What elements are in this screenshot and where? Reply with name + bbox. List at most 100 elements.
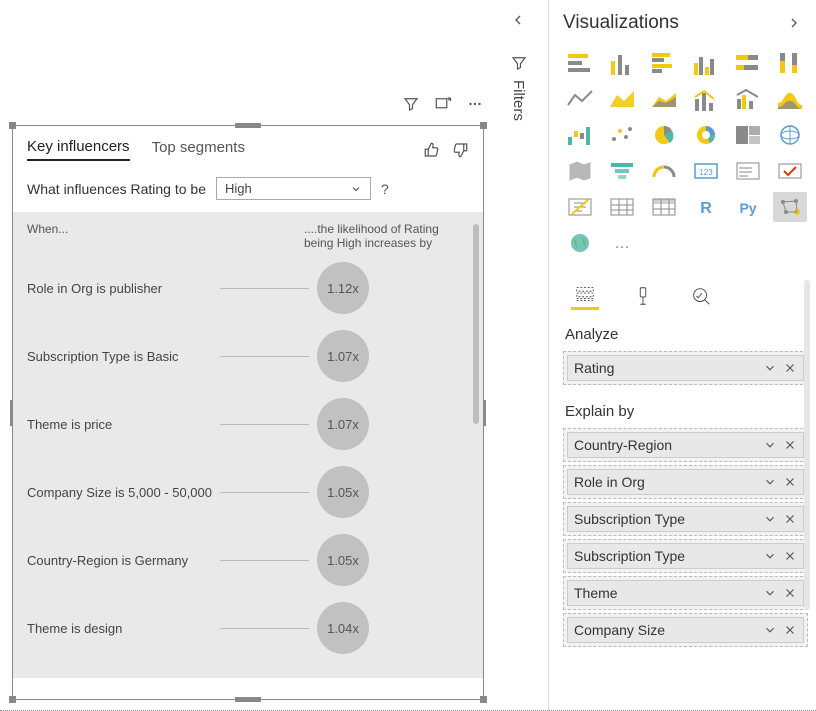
analytics-tab-icon[interactable] <box>687 282 715 310</box>
tab-top-segments[interactable]: Top segments <box>152 139 245 160</box>
thumbs-down-icon[interactable] <box>451 141 469 159</box>
map-icon[interactable] <box>773 120 807 150</box>
arcgis-map-icon[interactable] <box>563 228 597 258</box>
focus-mode-icon[interactable] <box>434 95 452 113</box>
card-icon[interactable]: 123 <box>689 156 723 186</box>
treemap-icon[interactable] <box>731 120 765 150</box>
kpi-icon[interactable] <box>773 156 807 186</box>
r-visual-icon[interactable]: R <box>689 192 723 222</box>
field-pill[interactable]: Subscription Type <box>567 543 804 569</box>
report-canvas: Key influencers Top segments What influe… <box>0 0 496 711</box>
tab-key-influencers[interactable]: Key influencers <box>27 138 130 161</box>
field-name: Company Size <box>574 622 757 638</box>
visual-tab-bar: Key influencers Top segments <box>13 126 483 167</box>
influencer-label: Company Size is 5,000 - 50,000 <box>27 485 212 500</box>
connector-line <box>220 356 309 357</box>
when-column-header: When... <box>27 222 304 250</box>
python-visual-icon[interactable]: Py <box>731 192 765 222</box>
remove-field-icon[interactable] <box>783 438 797 452</box>
influencer-row[interactable]: Role in Org is publisher 1.12x <box>13 254 483 322</box>
field-pill[interactable]: Role in Org <box>567 469 804 495</box>
explain-by-field-well[interactable]: Country-Region Role in Org Subscription … <box>563 428 808 647</box>
connector-line <box>220 560 309 561</box>
remove-field-icon[interactable] <box>783 475 797 489</box>
influencer-row[interactable]: Theme is price 1.07x <box>13 390 483 458</box>
dropdown-value: High <box>225 181 252 196</box>
field-pill[interactable]: Theme <box>567 580 804 606</box>
stacked-area-chart-icon[interactable] <box>647 84 681 114</box>
influence-value-bubble: 1.05x <box>317 466 369 518</box>
connector-line <box>220 492 309 493</box>
chevron-down-icon[interactable] <box>763 549 777 563</box>
filters-pane-collapsed: Filters <box>510 12 538 121</box>
influencer-row[interactable]: Subscription Type is Basic 1.07x <box>13 322 483 390</box>
clustered-column-chart-icon[interactable] <box>689 48 723 78</box>
remove-field-icon[interactable] <box>783 361 797 375</box>
collapse-pane-icon[interactable] <box>786 15 802 31</box>
influencer-row[interactable]: Company Size is 5,000 - 50,000 1.05x <box>13 458 483 526</box>
influencer-row[interactable]: Theme is design 1.04x <box>13 594 483 662</box>
chevron-down-icon[interactable] <box>763 438 777 452</box>
resize-handle[interactable] <box>480 696 487 703</box>
influence-value-dropdown[interactable]: High <box>216 177 371 200</box>
fields-tab-icon[interactable] <box>571 282 599 310</box>
chevron-down-icon[interactable] <box>763 623 777 637</box>
chevron-down-icon[interactable] <box>763 475 777 489</box>
field-name: Subscription Type <box>574 548 757 564</box>
funnel-chart-icon[interactable] <box>605 156 639 186</box>
pane-title: Visualizations <box>563 12 679 34</box>
field-pill[interactable]: Rating <box>567 355 804 381</box>
influencer-row[interactable]: Country-Region is Germany 1.05x <box>13 526 483 594</box>
clustered-bar-chart-icon[interactable] <box>647 48 681 78</box>
gauge-icon[interactable] <box>647 156 681 186</box>
scrollbar[interactable] <box>804 280 810 610</box>
stacked-column-chart-icon[interactable] <box>605 48 639 78</box>
pie-chart-icon[interactable] <box>647 120 681 150</box>
resize-handle[interactable] <box>9 122 16 129</box>
resize-handle[interactable] <box>235 697 261 702</box>
field-pill[interactable]: Country-Region <box>567 432 804 458</box>
remove-field-icon[interactable] <box>783 623 797 637</box>
slicer-icon[interactable] <box>563 192 597 222</box>
filters-label[interactable]: Filters <box>510 80 527 121</box>
multi-row-card-icon[interactable] <box>731 156 765 186</box>
scatter-chart-icon[interactable] <box>605 120 639 150</box>
thumbs-up-icon[interactable] <box>423 141 441 159</box>
more-options-icon[interactable] <box>466 95 484 113</box>
scrollbar[interactable] <box>473 224 479 424</box>
filter-icon[interactable] <box>402 95 420 113</box>
remove-field-icon[interactable] <box>783 586 797 600</box>
chevron-down-icon[interactable] <box>763 586 777 600</box>
resize-handle[interactable] <box>9 696 16 703</box>
line-clustered-column-chart-icon[interactable] <box>731 84 765 114</box>
stacked-bar-chart-icon[interactable] <box>563 48 597 78</box>
resize-handle[interactable] <box>480 122 487 129</box>
waterfall-chart-icon[interactable] <box>563 120 597 150</box>
remove-field-icon[interactable] <box>783 512 797 526</box>
expand-filters-icon[interactable] <box>510 12 538 28</box>
line-stacked-column-chart-icon[interactable]: > <box>689 84 723 114</box>
area-chart-icon[interactable] <box>605 84 639 114</box>
field-pill[interactable]: Subscription Type <box>567 506 804 532</box>
analyze-field-well[interactable]: Rating <box>563 351 808 385</box>
get-more-visuals-icon[interactable]: … <box>605 228 639 258</box>
donut-chart-icon[interactable] <box>689 120 723 150</box>
field-pill[interactable]: Company Size <box>567 617 804 643</box>
influence-value-bubble: 1.07x <box>317 330 369 382</box>
ribbon-chart-icon[interactable] <box>773 84 807 114</box>
100-stacked-column-chart-icon[interactable] <box>773 48 807 78</box>
format-tab-icon[interactable] <box>629 282 657 310</box>
resize-handle[interactable] <box>235 123 261 128</box>
key-influencers-visual[interactable]: Key influencers Top segments What influe… <box>12 125 484 700</box>
line-chart-icon[interactable] <box>563 84 597 114</box>
100-stacked-bar-chart-icon[interactable] <box>731 48 765 78</box>
chevron-down-icon[interactable] <box>763 512 777 526</box>
filled-map-icon[interactable] <box>563 156 597 186</box>
remove-field-icon[interactable] <box>783 549 797 563</box>
matrix-icon[interactable] <box>647 192 681 222</box>
help-icon[interactable]: ? <box>381 181 389 197</box>
table-icon[interactable] <box>605 192 639 222</box>
connector-line <box>220 424 309 425</box>
key-influencers-icon[interactable] <box>773 192 807 222</box>
chevron-down-icon[interactable] <box>763 361 777 375</box>
